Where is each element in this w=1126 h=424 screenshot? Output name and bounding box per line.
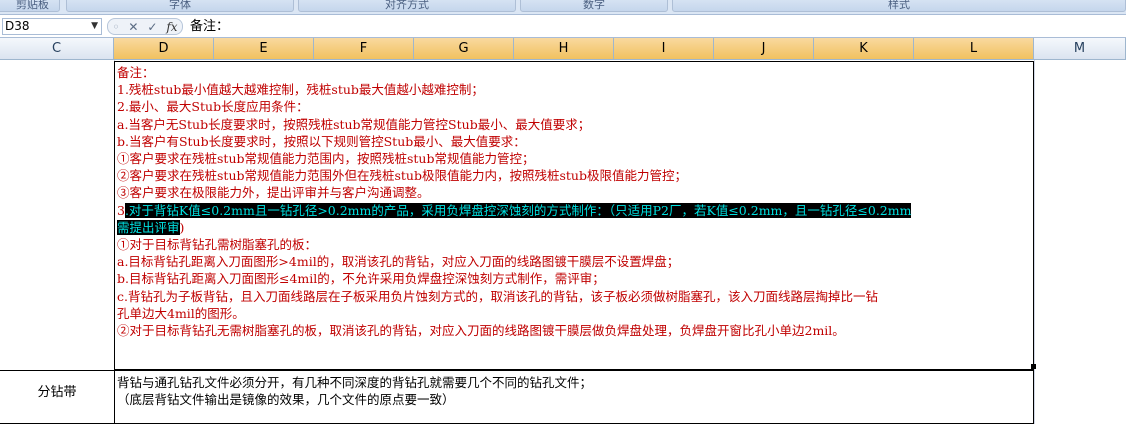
chevron-down-icon[interactable]: ▼ <box>91 19 98 34</box>
insert-function-icon[interactable]: fx <box>166 20 177 34</box>
note-line: a.当客户无Stub长度要求时，按照残桩stub常规值能力管控Stub最小、最大… <box>117 116 591 132</box>
formula-input[interactable]: 备注： <box>190 18 229 35</box>
note-line: c.背钻孔为子板背钻，且入刀面线路层在子板采用负片蚀刻方式的，取消该孔的背钻，该… <box>117 288 878 304</box>
ribbon-group-styles[interactable]: 样式 <box>672 0 1126 12</box>
column-header-l[interactable]: L <box>914 38 1034 59</box>
worksheet-grid[interactable]: 备注： 1.残桩stub最小值越大越难控制，残桩stub最大值越小越难控制； 2… <box>0 60 1126 424</box>
formula-buttons: ◦ ✕ ✓ fx <box>107 18 183 35</box>
column-header-e[interactable]: E <box>214 38 314 59</box>
ribbon-group-label: 字体 <box>169 0 191 11</box>
column-header-c[interactable]: C <box>0 38 114 59</box>
note-line: b.当客户有Stub长度要求时，按照以下规则管控Stub最小、最大值要求： <box>117 133 526 149</box>
note-prefix: 3 <box>117 202 125 218</box>
note-line: 孔单边大4mil的图形。 <box>117 305 245 321</box>
row2-line: （底层背钻文件输出是镜像的效果，几个文件的原点要一致） <box>117 392 455 407</box>
note-line-highlighted: 需提出评审) <box>117 219 1033 236</box>
fill-handle[interactable] <box>1031 364 1036 369</box>
note-line: b.目标背钻孔距离入刀面图形≤4mil的，不允许采用负焊盘控深蚀刻方式制作，需评… <box>117 271 605 287</box>
ribbon-group-label: 剪贴板 <box>16 0 49 11</box>
note-line: a.目标背钻孔距离入刀面图形>4mil的，取消该孔的背钻，对应入刀面的线路图镀干… <box>117 254 680 270</box>
ribbon-group-label: 对齐方式 <box>385 0 429 11</box>
row2-line: 背钻与通孔钻孔文件必须分开，有几种不同深度的背钻孔就需要几个不同的钻孔文件； <box>117 375 593 390</box>
formula-bar: D38 ▼ ◦ ✕ ✓ fx 备注： <box>0 14 1126 38</box>
column-headers: C D E F G H I J K L M <box>0 38 1126 60</box>
note-line: 备注： <box>117 65 155 80</box>
note-suffix: ) <box>179 219 185 235</box>
merged-cell-notes[interactable]: 备注： 1.残桩stub最小值越大越难控制，残桩stub最大值越小越难控制； 2… <box>114 61 1034 370</box>
ribbon-group-font[interactable]: 字体 <box>66 0 294 12</box>
ribbon-group-alignment[interactable]: 对齐方式 <box>298 0 516 12</box>
name-box-value: D38 <box>5 19 30 33</box>
column-header-j[interactable]: J <box>714 38 814 59</box>
merged-cell-row2[interactable]: 背钻与通孔钻孔文件必须分开，有几种不同深度的背钻孔就需要几个不同的钻孔文件； （… <box>114 370 1034 424</box>
column-header-m[interactable]: M <box>1034 38 1126 59</box>
column-header-i[interactable]: I <box>614 38 714 59</box>
highlighted-text: 需提出评审 <box>117 219 180 235</box>
note-line: ①客户要求在残桩stub常规值能力范围内，按照残桩stub常规值能力管控； <box>117 151 535 167</box>
highlighted-text: .对于背钻K值≤0.2mm且一钻孔径>0.2mm的产品，采用负焊盘控深蚀刻的方式… <box>124 202 912 218</box>
column-header-g[interactable]: G <box>414 38 514 59</box>
note-line: 1.残桩stub最小值越大越难控制，残桩stub最大值越小越难控制； <box>117 82 484 98</box>
cancel-icon[interactable]: ✕ <box>128 20 138 34</box>
enter-check-icon[interactable]: ✓ <box>147 20 157 34</box>
gridline <box>1034 60 1035 424</box>
note-line: ②客户要求在残桩stub常规值能力范围外但在残桩stub极限值能力内，按照残桩s… <box>117 168 687 184</box>
note-line: ①对于目标背钻孔需树脂塞孔的板： <box>117 237 318 253</box>
note-line: ③客户要求在极限能力外，提出评审并与客户沟通调整。 <box>117 185 430 201</box>
column-header-k[interactable]: K <box>814 38 914 59</box>
ribbon-group-label: 数字 <box>583 0 605 11</box>
column-header-h[interactable]: H <box>514 38 614 59</box>
note-line: ②对于目标背钻孔无需树脂塞孔的板，取消该孔的背钻，对应入刀面的线路图镀干膜层做负… <box>117 323 845 339</box>
note-line-highlighted: 3.对于背钻K值≤0.2mm且一钻孔径>0.2mm的产品，采用负焊盘控深蚀刻的方… <box>117 202 1033 219</box>
cell-label-fenzuandai[interactable]: 分钻带 <box>0 370 114 424</box>
column-header-f[interactable]: F <box>314 38 414 59</box>
ribbon-group-clipboard[interactable]: 剪贴板 <box>0 0 60 12</box>
ribbon-group-number[interactable]: 数字 <box>520 0 668 12</box>
name-box[interactable]: D38 ▼ <box>2 18 102 35</box>
column-header-d[interactable]: D <box>114 38 214 59</box>
note-line: 2.最小、最大Stub长度应用条件： <box>117 99 309 115</box>
ribbon-group-label: 样式 <box>888 0 910 11</box>
ribbon: 剪贴板 字体 对齐方式 数字 样式 <box>0 0 1126 14</box>
resize-grip-icon[interactable]: ◦ <box>112 20 119 34</box>
